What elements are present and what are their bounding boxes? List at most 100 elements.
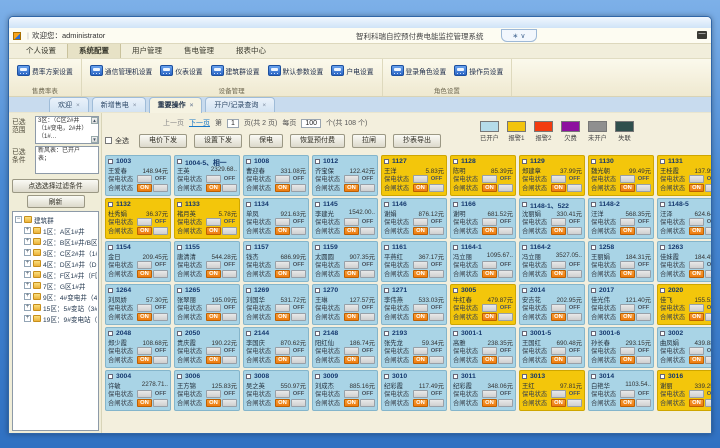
baodian-on-toggle[interactable] [551,175,566,183]
card-checkbox[interactable] [453,159,458,164]
baodian-on-toggle[interactable] [689,304,704,312]
tree-item[interactable]: +6区：F区1#井（F区 [15,269,97,280]
card-checkbox[interactable] [315,245,320,250]
card-checkbox[interactable] [453,331,458,336]
hezha-off-toggle[interactable] [291,184,306,192]
ribbon-button-登录角色设置[interactable]: 登录角色设置 [387,62,451,79]
meter-card-1269[interactable]: 1269刘国华531.72元保电状态OFF合闸状态ON [243,284,309,325]
meter-card-3014[interactable]: 3014白艳华1103.54..保电状态OFF合闸状态ON [588,370,654,411]
meter-card-1133[interactable]: 1133褚月英5.78元保电状态OFF合闸状态ON [174,198,240,239]
hezha-on-badge[interactable]: ON [275,356,290,364]
hezha-off-toggle[interactable] [153,270,168,278]
baodian-on-toggle[interactable] [482,218,497,226]
baodian-on-toggle[interactable] [482,390,497,398]
hezha-off-toggle[interactable] [567,270,582,278]
hezha-off-toggle[interactable] [636,399,651,407]
hezha-off-toggle[interactable] [705,184,711,192]
hezha-on-badge[interactable]: ON [137,270,152,278]
meter-card-2144[interactable]: 2144李国庆870.62元保电状态OFF合闸状态ON [243,327,309,368]
meter-card-3006[interactable]: 3006王方锦125.83元保电状态OFF合闸状态ON [174,370,240,411]
collapse-icon[interactable]: − [15,216,22,223]
hezha-on-badge[interactable]: ON [551,227,566,235]
tree-item[interactable]: +9区：4#变电井（4# [15,291,97,302]
meter-card-1128[interactable]: 1128陈明85.39元保电状态OFF合闸状态ON [450,155,516,196]
baodian-on-toggle[interactable] [620,347,635,355]
hezha-on-badge[interactable]: ON [413,270,428,278]
ribbon-button-建筑群设置[interactable]: 建筑群设置 [207,62,264,79]
hezha-on-badge[interactable]: ON [551,356,566,364]
card-checkbox[interactable] [660,331,665,336]
hezha-off-toggle[interactable] [567,399,582,407]
hezha-on-badge[interactable]: ON [689,356,704,364]
hezha-on-badge[interactable]: ON [620,356,635,364]
hezha-on-badge[interactable]: ON [137,227,152,235]
meter-card-3002[interactable]: 3002曲凤娟439.88元保电状态OFF合闸状态ON [657,327,711,368]
meter-card-1008[interactable]: 1008曹迎春331.08元保电状态OFF合闸状态ON [243,155,309,196]
card-checkbox[interactable] [591,374,596,379]
action-button-抄表导出[interactable]: 抄表导出 [393,134,441,148]
hezha-off-toggle[interactable] [222,227,237,235]
tab-新增售电[interactable]: 新增售电× [92,97,146,112]
card-checkbox[interactable] [177,288,182,293]
hezha-on-badge[interactable]: ON [413,184,428,192]
hezha-on-badge[interactable]: ON [620,184,635,192]
hezha-on-badge[interactable]: ON [482,356,497,364]
tree-item[interactable]: +7区：G区1#井 [15,280,97,291]
card-checkbox[interactable] [660,245,665,250]
hezha-off-toggle[interactable] [291,270,306,278]
meter-card-1129[interactable]: 1129郑建章37.99元保电状态OFF合闸状态ON [519,155,585,196]
meter-card-1003[interactable]: 1003王爱春148.94元保电状态OFF合闸状态ON [105,155,171,196]
baodian-on-toggle[interactable] [344,175,359,183]
hezha-on-badge[interactable]: ON [551,184,566,192]
tab-欢迎[interactable]: 欢迎× [49,97,89,112]
card-checkbox[interactable] [108,202,113,207]
hezha-on-badge[interactable]: ON [206,313,221,321]
hezha-on-badge[interactable]: ON [206,270,221,278]
card-checkbox[interactable] [384,159,389,164]
hezha-on-badge[interactable]: ON [206,227,221,235]
hezha-on-badge[interactable]: ON [482,313,497,321]
baodian-on-toggle[interactable] [137,304,152,312]
hezha-on-badge[interactable]: ON [620,270,635,278]
hezha-off-toggle[interactable] [222,356,237,364]
hezha-on-badge[interactable]: ON [551,313,566,321]
baodian-on-toggle[interactable] [551,304,566,312]
expand-icon[interactable]: + [24,271,31,278]
action-button-设置下发[interactable]: 设置下发 [194,134,242,148]
menu-item-售电管理[interactable]: 售电管理 [173,43,225,58]
scroll-down-icon[interactable]: ▼ [91,136,98,143]
hezha-off-toggle[interactable] [429,270,444,278]
baodian-on-toggle[interactable] [413,218,428,226]
card-checkbox[interactable] [453,374,458,379]
baodian-on-toggle[interactable] [344,347,359,355]
card-checkbox[interactable] [315,202,320,207]
card-checkbox[interactable] [315,288,320,293]
hezha-off-toggle[interactable] [360,399,375,407]
tree-root[interactable]: −建筑群 [15,214,97,225]
hezha-on-badge[interactable]: ON [137,399,152,407]
hezha-on-badge[interactable]: ON [206,184,221,192]
hezha-off-toggle[interactable] [705,399,711,407]
card-checkbox[interactable] [177,159,182,164]
baodian-on-toggle[interactable] [689,175,704,183]
hezha-on-badge[interactable]: ON [620,313,635,321]
tree-item[interactable]: +15区：5#变站（3# [15,302,97,313]
baodian-on-toggle[interactable] [275,390,290,398]
tree-item[interactable]: +19区：9#变电站（2 [15,313,97,324]
baodian-on-toggle[interactable] [620,218,635,226]
meter-card-1264[interactable]: 1264刘凤娇57.30元保电状态OFF合闸状态ON [105,284,171,325]
hezha-off-toggle[interactable] [705,270,711,278]
meter-card-1130[interactable]: 1130魏光朝99.49元保电状态OFF合闸状态ON [588,155,654,196]
baodian-on-toggle[interactable] [620,261,635,269]
meter-card-1166[interactable]: 1166谢明681.52元保电状态OFF合闸状态ON [450,198,516,239]
selected-range-box[interactable]: 3区：（C区2#井 （1#变电，2#井）（1#… ▲ ▼ [35,116,99,144]
hezha-on-badge[interactable]: ON [551,399,566,407]
hezha-off-toggle[interactable] [567,184,582,192]
hezha-on-badge[interactable]: ON [344,313,359,321]
hezha-off-toggle[interactable] [498,313,513,321]
hezha-off-toggle[interactable] [360,356,375,364]
meter-card-1164-1[interactable]: 1164-1冯立丽1095.67..保电状态OFF合闸状态ON [450,241,516,282]
hezha-off-toggle[interactable] [429,313,444,321]
card-checkbox[interactable] [246,245,251,250]
hezha-off-toggle[interactable] [429,184,444,192]
